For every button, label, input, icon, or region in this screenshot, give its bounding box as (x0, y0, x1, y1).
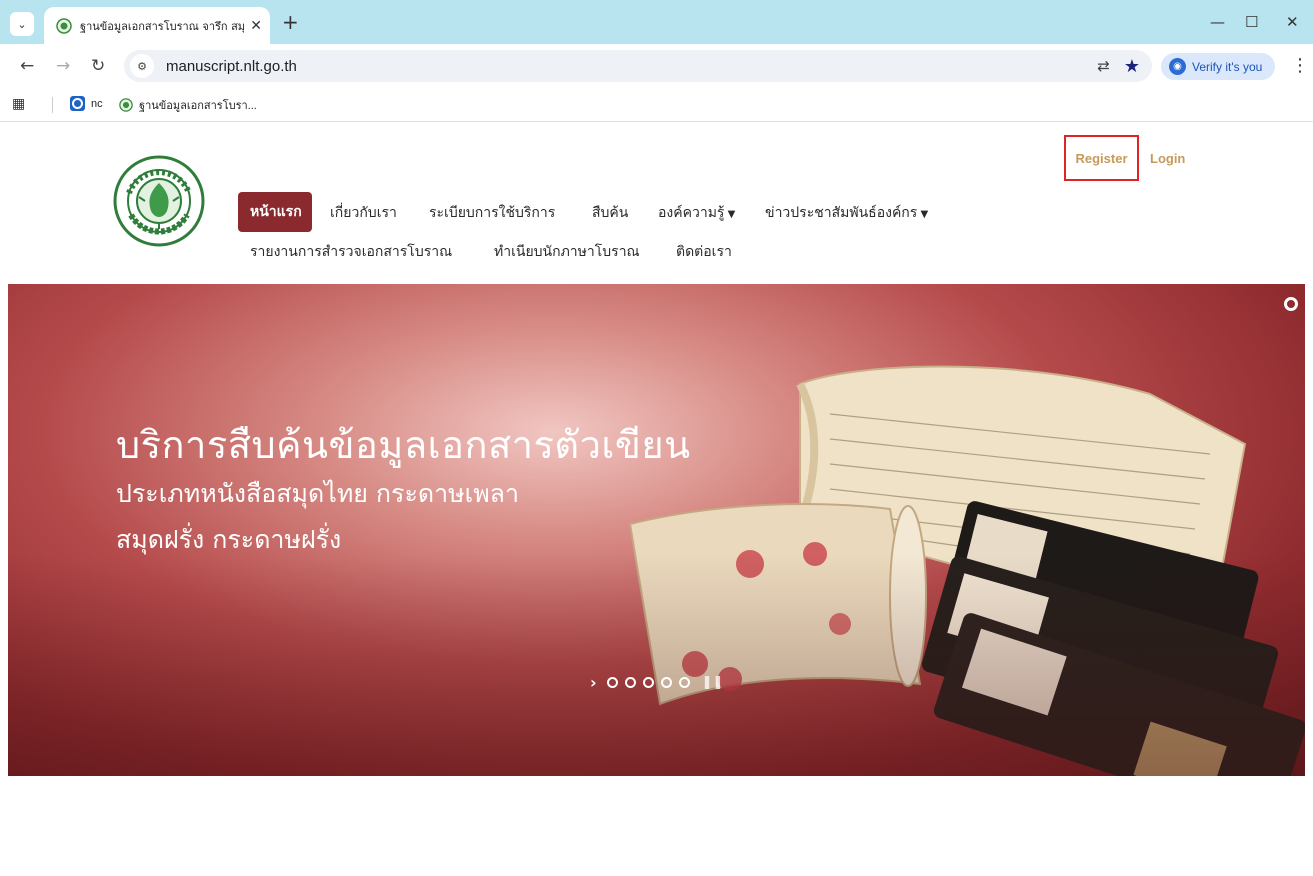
hero-banner: ㅤ (8, 284, 1305, 776)
close-window-icon[interactable]: ✕ (1286, 10, 1299, 34)
bookmark-manuscript-label: ฐานข้อมูลเอกสารโบรา... (139, 100, 257, 112)
apps-grid-icon[interactable]: ▦ (12, 96, 25, 112)
pause-icon[interactable]: ❚❚ (702, 675, 724, 690)
nav-home[interactable]: หน้าแรก (238, 192, 312, 232)
bookmarks-bar: ▦ nc ฐานข้อมูลเอกสารโบรา... (0, 88, 1313, 122)
reload-icon[interactable]: ↻ (91, 54, 105, 78)
hero-subtitle-line2: สมุดฝรั่ง กระดาษฝรั่ง (116, 525, 342, 554)
login-link[interactable]: Login (1150, 151, 1185, 166)
slide-dot[interactable] (606, 677, 618, 688)
nc-icon (70, 96, 85, 111)
verify-button[interactable]: ◉ Verify it's you (1161, 53, 1275, 80)
hero-title: บริการสืบค้นข้อมูลเอกสารตัวเขียน (116, 423, 691, 467)
back-icon[interactable]: ← (20, 54, 34, 78)
slide-dot[interactable] (624, 677, 636, 688)
bookmark-nc[interactable]: nc (70, 96, 103, 111)
browser-tab[interactable]: ฐานข้อมูลเอกสารโบราณ จารึก สมุดไ ✕ (44, 7, 270, 44)
bookmark-manuscript[interactable]: ฐานข้อมูลเอกสารโบรา... (119, 96, 257, 114)
hero-subtitle-line1: ประเภทหนังสือสมุดไทย กระดาษเพลา (116, 479, 520, 508)
caret-down-icon: ▼ (724, 209, 736, 220)
browser-menu-icon[interactable]: ⋮ (1291, 54, 1309, 78)
slideshow-toggle-icon[interactable] (1284, 297, 1298, 311)
nav-contact[interactable]: ติดต่อเรา (676, 241, 732, 263)
nav-news-label: ข่าวประชาสัมพันธ์องค์กร (765, 205, 918, 221)
nav-news[interactable]: ข่าวประชาสัมพันธ์องค์กร ▼ (765, 202, 928, 224)
address-bar[interactable]: ⚙ manuscript.nlt.go.th ⇄ ★ (124, 50, 1152, 82)
tab-strip: ⌄ ฐานข้อมูลเอกสารโบราณ จารึก สมุดไ ✕ + —… (0, 0, 1313, 44)
slide-dot[interactable] (642, 677, 654, 688)
slide-dot[interactable] (660, 677, 672, 688)
new-tab-button[interactable]: + (282, 10, 299, 34)
site-header: หน้าแรก เกี่ยวกับเรา ระเบียบการใช้บริการ… (8, 123, 1305, 283)
browser-toolbar: ← → ↻ ⚙ manuscript.nlt.go.th ⇄ ★ ◉ Verif… (0, 44, 1313, 88)
nav-registry[interactable]: ทำเนียบนักภาษาโบราณ (494, 241, 640, 263)
bookmark-separator (52, 97, 53, 113)
forward-icon[interactable]: → (56, 54, 70, 78)
next-slide-icon[interactable]: › (590, 673, 597, 692)
bookmark-star-icon[interactable]: ★ (1124, 56, 1140, 77)
minimize-icon[interactable]: — (1210, 10, 1225, 34)
nav-search[interactable]: สืบค้น (592, 202, 628, 224)
national-library-logo[interactable] (111, 153, 207, 249)
site-info-icon[interactable]: ⚙ (130, 54, 154, 78)
nav-knowledge[interactable]: องค์ความรู้ ▼ (658, 202, 735, 224)
register-link[interactable]: Register (1064, 135, 1139, 181)
verify-label: Verify it's you (1192, 59, 1263, 74)
bookmark-nc-label: nc (91, 97, 103, 110)
caret-down-icon: ▼ (917, 209, 929, 220)
slide-dot[interactable] (678, 677, 690, 688)
url-text[interactable]: manuscript.nlt.go.th (166, 58, 1097, 75)
tab-title: ฐานข้อมูลเอกสารโบราณ จารึก สมุดไ (80, 19, 245, 33)
nav-rules[interactable]: ระเบียบการใช้บริการ (429, 202, 555, 224)
slide-controls: › ❚❚ (590, 673, 723, 692)
profile-icon: ◉ (1169, 58, 1186, 75)
nav-about[interactable]: เกี่ยวกับเรา (330, 202, 397, 224)
browser-window: ⌄ ฐานข้อมูลเอกสารโบราณ จารึก สมุดไ ✕ + —… (0, 0, 1313, 876)
nav-knowledge-label: องค์ความรู้ (658, 205, 725, 221)
library-favicon-icon (56, 17, 72, 34)
library-favicon-icon (119, 98, 133, 112)
tab-close-icon[interactable]: ✕ (250, 18, 262, 34)
translate-icon[interactable]: ⇄ (1097, 57, 1110, 75)
maximize-icon[interactable]: ☐ (1245, 10, 1258, 34)
nav-survey[interactable]: รายงานการสำรวจเอกสารโบราณ (250, 241, 452, 263)
tab-search-chevron-icon[interactable]: ⌄ (10, 12, 34, 36)
page-viewport: หน้าแรก เกี่ยวกับเรา ระเบียบการใช้บริการ… (8, 123, 1305, 876)
